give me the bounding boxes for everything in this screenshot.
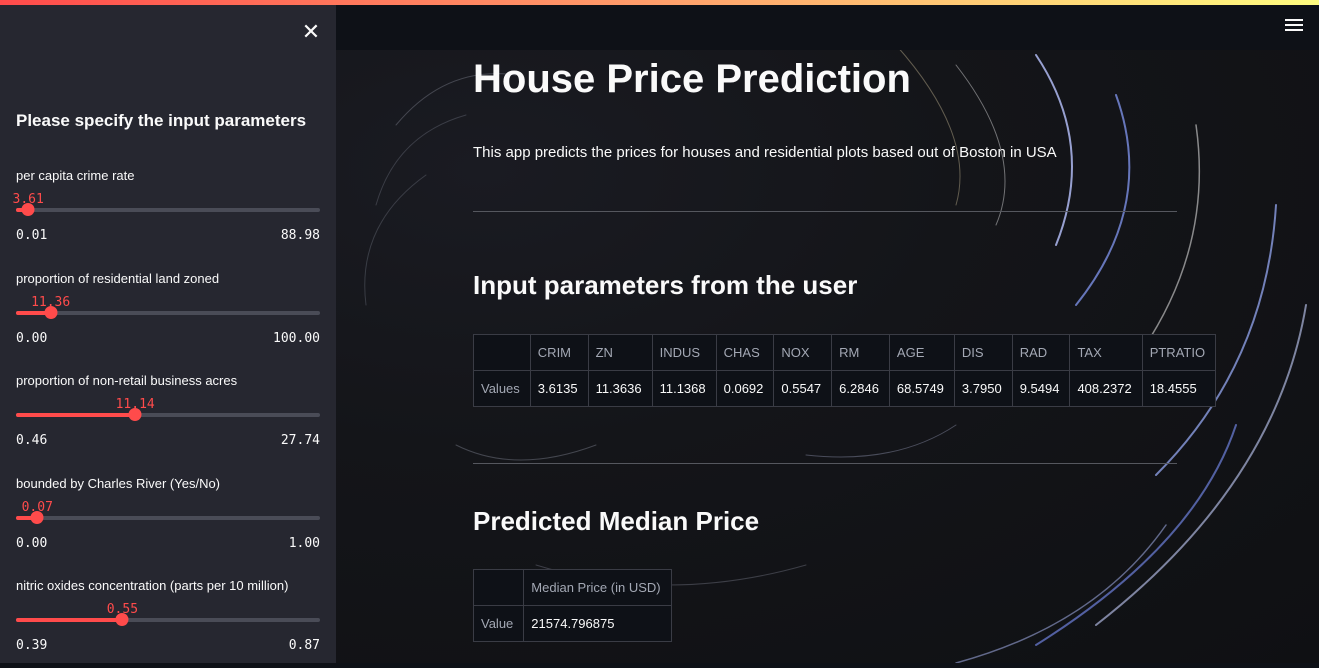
slider-track[interactable] <box>16 413 320 417</box>
close-icon[interactable]: ✕ <box>300 21 322 43</box>
prediction-table: Median Price (in USD) Value 21574.796875 <box>472 569 672 642</box>
app-description: This app predicts the prices for houses … <box>473 144 1057 161</box>
row-label: Value <box>472 605 525 642</box>
table-header-row: Median Price (in USD) <box>472 569 672 606</box>
column-header: CRIM <box>529 334 589 371</box>
column-header: DIS <box>953 334 1013 371</box>
column-header: INDUS <box>651 334 717 371</box>
slider-max: 88.98 <box>280 228 320 243</box>
table-cell: 21574.796875 <box>523 605 672 642</box>
slider-business-acres[interactable]: proportion of non-retail business acres … <box>16 373 320 463</box>
column-header: Median Price (in USD) <box>523 569 672 606</box>
column-header: AGE <box>888 334 955 371</box>
hamburger-menu-icon[interactable] <box>1285 19 1303 35</box>
table-row: Value 21574.796875 <box>472 605 672 642</box>
table-cell: 0.5547 <box>773 370 833 407</box>
table-cell: 11.3636 <box>587 370 653 407</box>
slider-min: 0.00 <box>16 536 48 551</box>
divider <box>473 463 1177 464</box>
slider-crime-rate[interactable]: per capita crime rate 3.61 0.01 88.98 <box>13 168 320 258</box>
column-header: RM <box>831 334 890 371</box>
slider-min: 0.39 <box>16 638 48 653</box>
slider-max: 0.87 <box>288 638 320 653</box>
slider-label: nitric oxides concentration (parts per 1… <box>16 578 289 593</box>
slider-track[interactable] <box>16 516 320 520</box>
slider-max: 1.00 <box>288 536 320 551</box>
divider <box>473 211 1177 212</box>
table-cell: 3.7950 <box>953 370 1013 407</box>
slider-residential-land[interactable]: proportion of residential land zoned 11.… <box>16 271 320 361</box>
slider-label: bounded by Charles River (Yes/No) <box>16 476 221 491</box>
slider-charles-river[interactable]: bounded by Charles River (Yes/No) 0.07 0… <box>16 476 320 566</box>
slider-min: 0.01 <box>16 228 48 243</box>
slider-track[interactable] <box>16 208 320 212</box>
table-header-row: CRIM ZN INDUS CHAS NOX RM AGE DIS RAD TA… <box>473 334 1217 371</box>
slider-label: proportion of residential land zoned <box>16 271 220 286</box>
input-parameters-table: CRIM ZN INDUS CHAS NOX RM AGE DIS RAD TA… <box>473 334 1217 407</box>
predicted-price-heading: Predicted Median Price <box>473 506 760 536</box>
slider-thumb[interactable] <box>30 511 44 524</box>
table-corner <box>473 334 531 371</box>
table-cell: 6.2846 <box>831 370 890 407</box>
slider-track[interactable] <box>16 311 320 315</box>
top-decoration-bar <box>0 0 1319 5</box>
slider-thumb[interactable] <box>44 306 58 319</box>
slider-min: 0.00 <box>16 331 48 346</box>
slider-nitric-oxides[interactable]: nitric oxides concentration (parts per 1… <box>16 578 320 668</box>
column-header: CHAS <box>715 334 775 371</box>
table-cell: 18.4555 <box>1141 370 1217 407</box>
input-parameters-heading: Input parameters from the user <box>473 270 858 300</box>
slider-thumb[interactable] <box>115 613 129 626</box>
slider-label: proportion of non-retail business acres <box>16 373 238 388</box>
table-cell: 0.0692 <box>715 370 775 407</box>
slider-max: 100.00 <box>273 331 320 346</box>
sidebar-title: Please specify the input parameters <box>16 111 307 130</box>
table-cell: 9.5494 <box>1011 370 1071 407</box>
slider-min: 0.46 <box>16 433 48 448</box>
table-cell: 408.2372 <box>1069 370 1143 407</box>
table-cell: 3.6135 <box>529 370 589 407</box>
slider-label: per capita crime rate <box>16 168 135 183</box>
slider-track[interactable] <box>16 618 320 622</box>
table-cell: 11.1368 <box>651 370 717 407</box>
table-row: Values 3.6135 11.3636 11.1368 0.0692 0.5… <box>473 370 1217 407</box>
column-header: TAX <box>1069 334 1143 371</box>
table-cell: 68.5749 <box>888 370 955 407</box>
slider-thumb[interactable] <box>128 408 142 421</box>
main-area: House Price Prediction This app predicts… <box>336 5 1319 663</box>
table-corner <box>472 569 525 606</box>
page-title: House Price Prediction <box>473 57 911 101</box>
column-header: ZN <box>587 334 653 371</box>
app-header <box>336 5 1319 50</box>
slider-max: 27.74 <box>280 433 320 448</box>
column-header: NOX <box>773 334 833 371</box>
slider-thumb[interactable] <box>21 203 35 216</box>
column-header: RAD <box>1011 334 1071 371</box>
row-label: Values <box>473 370 531 407</box>
sidebar: ✕ Please specify the input parameters pe… <box>0 5 336 663</box>
column-header: PTRATIO <box>1141 334 1217 371</box>
